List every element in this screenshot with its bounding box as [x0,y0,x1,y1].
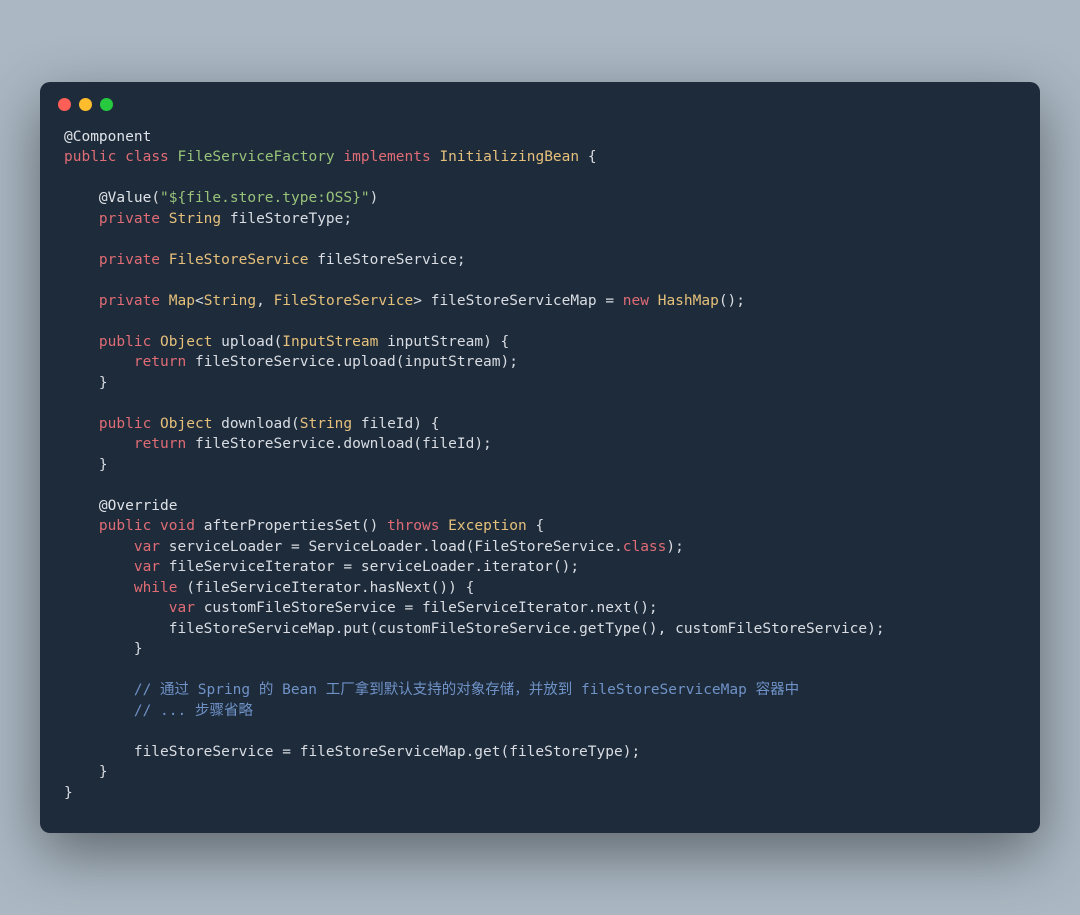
code-token: String [169,211,221,227]
code-token: // ... 步骤省略 [134,703,253,719]
code-token: } [64,785,73,801]
code-token: , [256,293,273,309]
minimize-icon[interactable] [79,98,92,111]
code-token: InitializingBean [439,149,579,165]
code-token: HashMap [658,293,719,309]
code-token: private [99,252,160,268]
code-token: return [134,436,186,452]
code-token: var [134,559,160,575]
code-token: ( [186,580,195,596]
code-token: @Value [99,190,151,206]
code-token: > [413,293,430,309]
code-token: implements [343,149,430,165]
code-token: Object [160,416,212,432]
code-token: "${file.store.type:OSS}" [160,190,370,206]
code-token: fileStoreType; [230,211,352,227]
code-token: fileStoreService = fileStoreServiceMap.g… [134,744,640,760]
code-token: } [99,457,108,473]
code-token: upload [221,334,273,350]
code-token: ) [370,190,379,206]
code-token: ) { [413,416,439,432]
code-token: fileStoreService.download(fileId); [195,436,492,452]
code-token: InputStream [282,334,378,350]
code-token: public [99,334,151,350]
code-token: Object [160,334,212,350]
code-token: Exception [448,518,527,534]
code-token: class [125,149,169,165]
code-token: FileStoreService [169,252,309,268]
code-token: new [623,293,649,309]
code-token: public [99,416,151,432]
code-token: return [134,354,186,370]
code-token: FileStoreService [274,293,414,309]
code-token: fileStoreService; [317,252,465,268]
code-token: ) { [483,334,509,350]
code-token: String [300,416,352,432]
code-token: ( [274,334,283,350]
code-token: FileServiceFactory [178,149,335,165]
code-token: @Component [64,129,151,145]
code-token: private [99,211,160,227]
window-titlebar [40,82,1040,117]
code-token: ) { [448,580,474,596]
code-token: fileStoreService.upload(inputStream); [195,354,518,370]
code-token: fileServiceIterator.hasNext() [195,580,448,596]
code-token: serviceLoader = ServiceLoader.load(FileS… [169,539,623,555]
code-token: } [99,764,108,780]
code-token: } [99,375,108,391]
code-token: download [221,416,291,432]
code-content: @Component public class FileServiceFacto… [40,117,1040,834]
code-token: < [195,293,204,309]
code-token: throws [387,518,439,534]
code-token: public [64,149,116,165]
code-token: ); [666,539,683,555]
code-token: { [588,149,597,165]
code-token: void [160,518,195,534]
code-token: private [99,293,160,309]
code-window: @Component public class FileServiceFacto… [40,82,1040,834]
code-token: var [169,600,195,616]
code-token: fileStoreServiceMap.put(customFileStoreS… [169,621,885,637]
code-token: fileServiceIterator = serviceLoader.iter… [169,559,579,575]
code-token: ( [291,416,300,432]
code-token: fileId [361,416,413,432]
code-token: public [99,518,151,534]
code-token: String [204,293,256,309]
code-token: while [134,580,178,596]
code-token: class [623,539,667,555]
code-token: afterPropertiesSet [204,518,361,534]
code-token: // 通过 Spring 的 Bean 工厂拿到默认支持的对象存储，并放到 fi… [134,682,799,698]
code-token: ( [151,190,160,206]
code-token: (); [719,293,745,309]
code-token: Map [169,293,195,309]
code-token: var [134,539,160,555]
code-token: } [134,641,143,657]
code-token: () [361,518,387,534]
code-token: customFileStoreService = fileServiceIter… [204,600,658,616]
code-token: fileStoreServiceMap = [431,293,623,309]
code-token: { [535,518,544,534]
close-icon[interactable] [58,98,71,111]
code-token: inputStream [387,334,483,350]
code-token: @Override [99,498,178,514]
maximize-icon[interactable] [100,98,113,111]
